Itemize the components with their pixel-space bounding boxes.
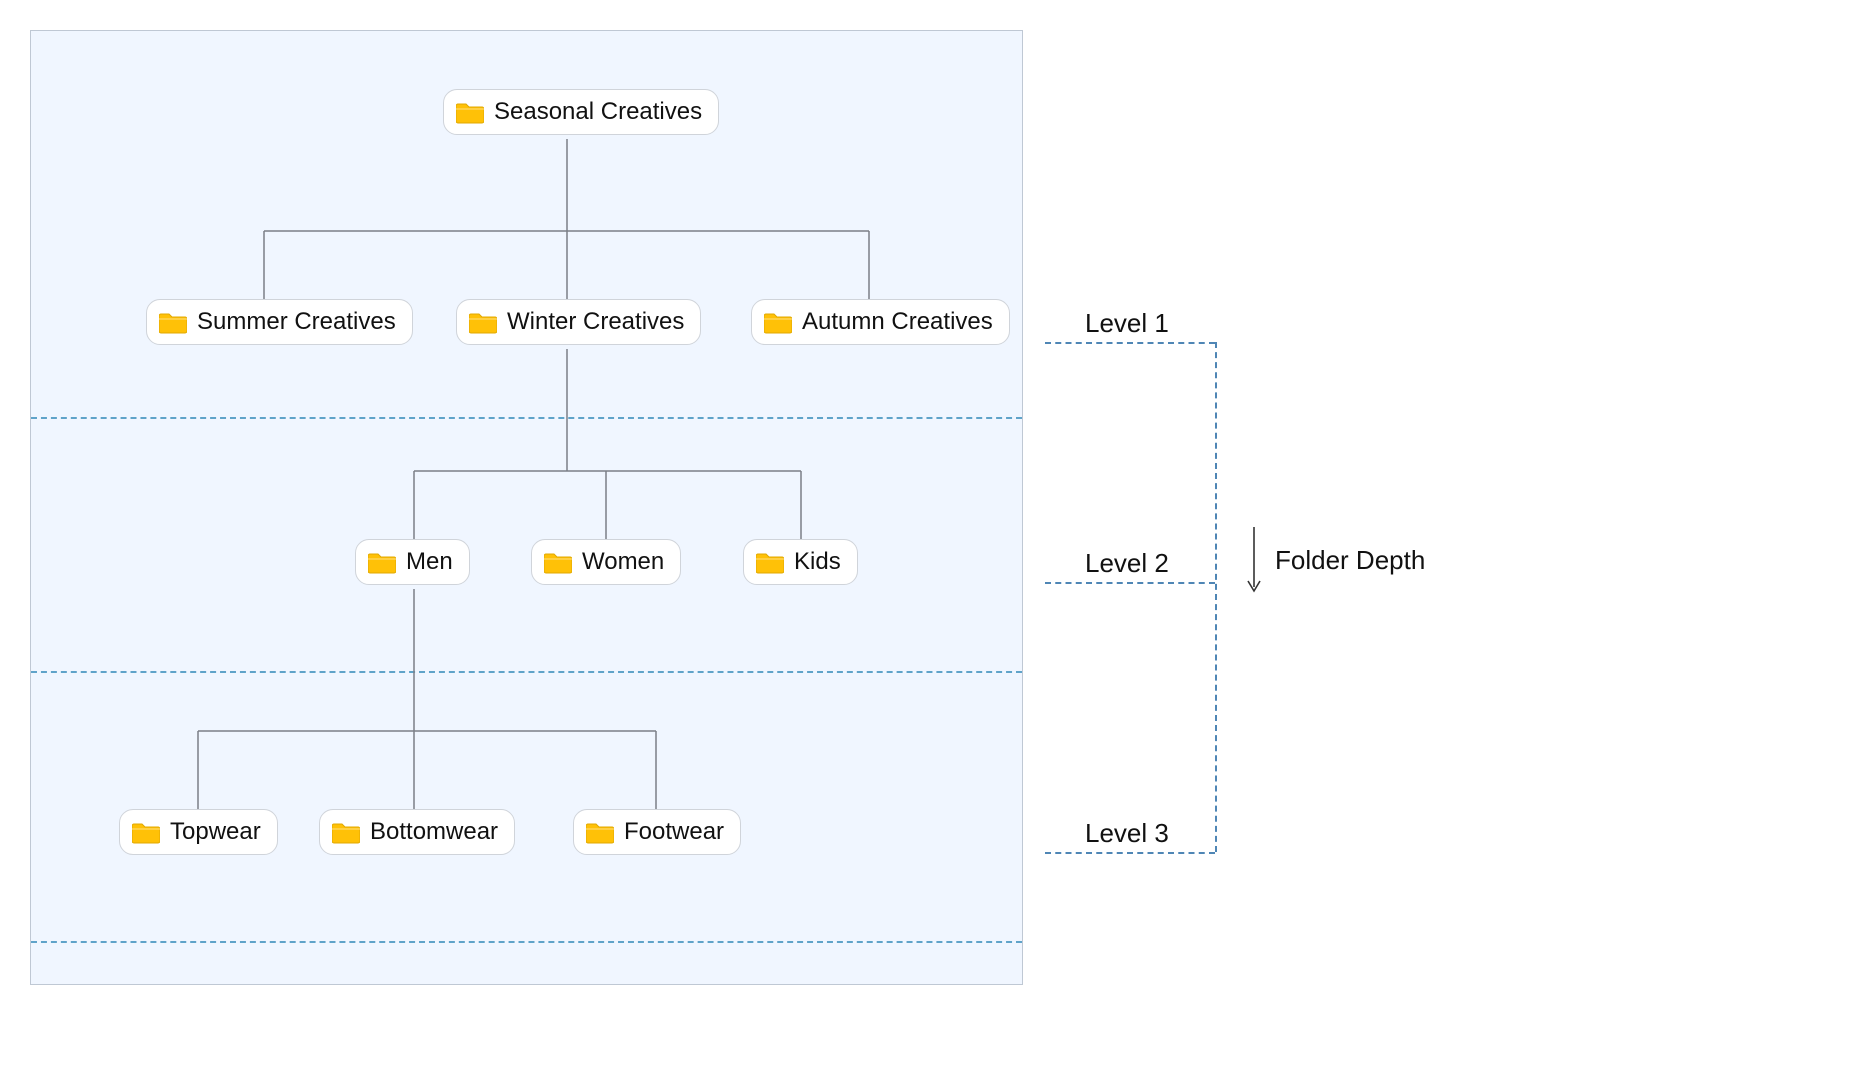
node-label: Men: [406, 548, 453, 576]
side-vertical-bracket: [1215, 342, 1217, 852]
node-women: Women: [531, 539, 681, 585]
node-label: Winter Creatives: [507, 308, 684, 336]
node-kids: Kids: [743, 539, 858, 585]
node-topwear: Topwear: [119, 809, 278, 855]
side-dash-3: [1045, 852, 1215, 854]
folder-icon: [456, 100, 484, 124]
side-dash-2: [1045, 582, 1215, 584]
node-men: Men: [355, 539, 470, 585]
node-label: Footwear: [624, 818, 724, 846]
node-autumn-creatives: Autumn Creatives: [751, 299, 1010, 345]
node-winter-creatives: Winter Creatives: [456, 299, 701, 345]
folder-icon: [764, 310, 792, 334]
level-1-label: Level 1: [1085, 308, 1169, 339]
folder-icon: [368, 550, 396, 574]
node-label: Autumn Creatives: [802, 308, 993, 336]
arrow-down-icon: [1245, 525, 1263, 595]
node-label: Seasonal Creatives: [494, 98, 702, 126]
folder-icon: [586, 820, 614, 844]
diagram-canvas: Seasonal Creatives Summer Creatives Wint…: [30, 30, 1023, 985]
folder-icon: [756, 550, 784, 574]
folder-icon: [132, 820, 160, 844]
node-label: Topwear: [170, 818, 261, 846]
node-label: Summer Creatives: [197, 308, 396, 336]
node-seasonal-creatives: Seasonal Creatives: [443, 89, 719, 135]
node-label: Bottomwear: [370, 818, 498, 846]
folder-depth: Folder Depth: [1245, 525, 1425, 595]
side-dash-1: [1045, 342, 1215, 344]
folder-icon: [544, 550, 572, 574]
folder-icon: [159, 310, 187, 334]
folder-icon: [332, 820, 360, 844]
node-label: Women: [582, 548, 664, 576]
folder-depth-label: Folder Depth: [1275, 545, 1425, 576]
folder-icon: [469, 310, 497, 334]
level-3-label: Level 3: [1085, 818, 1169, 849]
node-label: Kids: [794, 548, 841, 576]
node-footwear: Footwear: [573, 809, 741, 855]
level-2-label: Level 2: [1085, 548, 1169, 579]
node-bottomwear: Bottomwear: [319, 809, 515, 855]
side-panel: Level 1 Level 2 Level 3 Folder Depth: [1045, 30, 1845, 985]
node-summer-creatives: Summer Creatives: [146, 299, 413, 345]
